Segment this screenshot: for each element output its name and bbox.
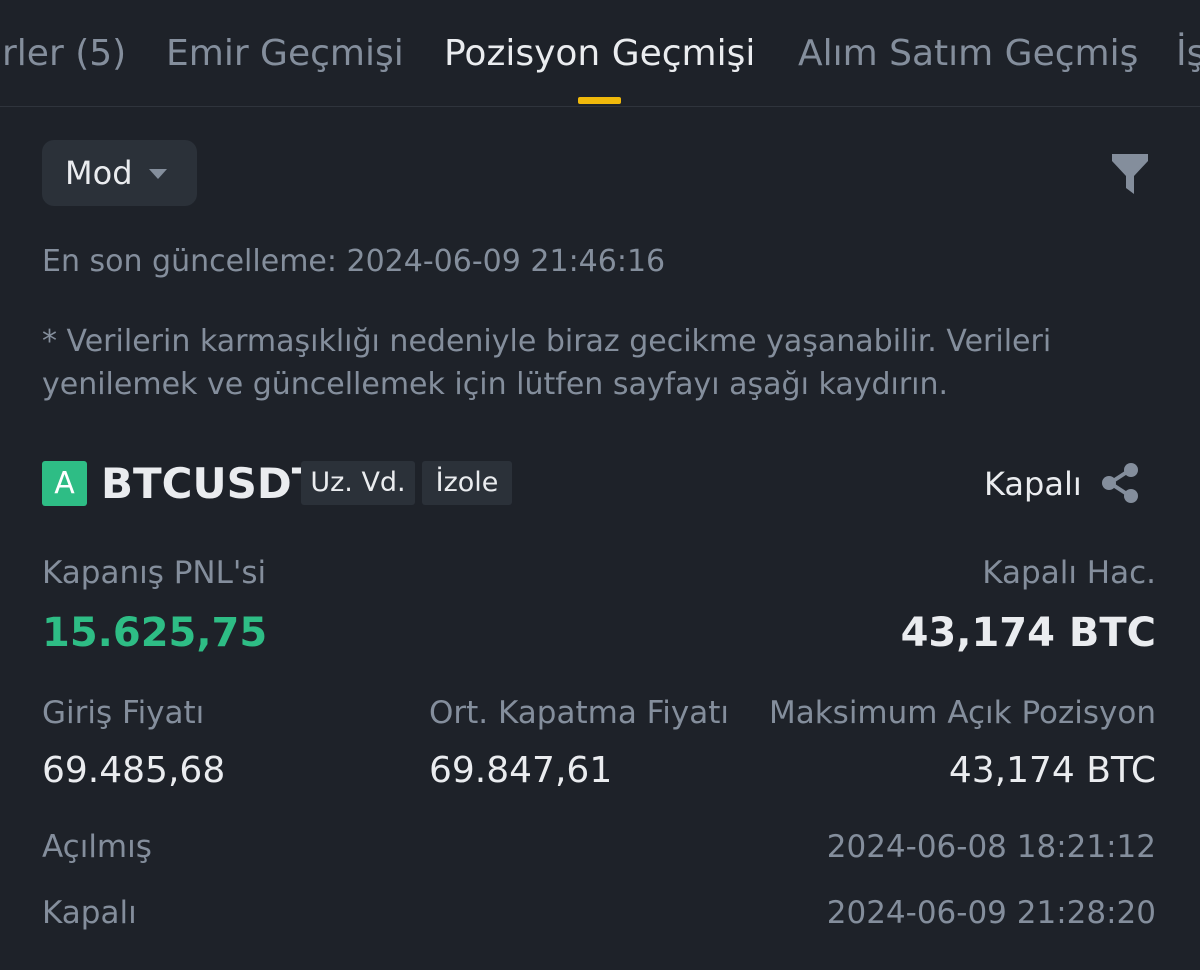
closed-volume-value: 43,174 BTC <box>900 610 1156 656</box>
mode-dropdown[interactable]: Mod <box>42 140 197 206</box>
avg-close-price-label: Ort. Kapatma Fiyatı <box>429 695 729 731</box>
symbol-name: BTCUSDT <box>101 459 321 508</box>
symbol-badge: A <box>42 461 87 506</box>
closed-label: Kapalı <box>42 895 137 931</box>
tab-order-history[interactable]: Emir Geçmişi <box>166 30 404 78</box>
tab-trade-history[interactable]: Alım Satım Geçmiş <box>798 30 1138 78</box>
entry-price-label: Giriş Fiyatı <box>42 695 205 731</box>
closed-time: 2024-06-09 21:28:20 <box>826 895 1156 931</box>
entry-price-value: 69.485,68 <box>42 750 226 791</box>
last-updated-text: En son güncelleme: 2024-06-09 21:46:16 <box>42 244 666 279</box>
closed-volume-label: Kapalı Hac. <box>982 555 1156 591</box>
position-status: Kapalı <box>984 465 1082 503</box>
filter-icon[interactable] <box>1110 152 1150 196</box>
tab-transaction-history[interactable]: İş <box>1176 30 1200 78</box>
position-history-screen: irler (5) Emir Geçmişi Pozisyon Geçmişi … <box>0 0 1200 970</box>
closing-pnl-label: Kapanış PNL'si <box>42 555 267 591</box>
margin-mode-tag: İzole <box>422 461 512 505</box>
tab-open-orders[interactable]: irler (5) <box>0 30 126 78</box>
max-open-position-label: Maksimum Açık Pozisyon <box>768 695 1156 731</box>
opened-time: 2024-06-08 18:21:12 <box>826 829 1156 865</box>
closing-pnl-value: 15.625,75 <box>42 610 268 656</box>
opened-label: Açılmış <box>42 829 152 865</box>
delay-notice: * Verilerin karmaşıklığı nedeniyle biraz… <box>42 324 1052 402</box>
active-tab-indicator <box>578 97 621 104</box>
chevron-down-icon <box>148 169 167 179</box>
avg-close-price-value: 69.847,61 <box>429 750 613 791</box>
tab-bar: irler (5) Emir Geçmişi Pozisyon Geçmişi … <box>0 0 1200 107</box>
tab-position-history[interactable]: Pozisyon Geçmişi <box>444 30 755 78</box>
max-open-position-value: 43,174 BTC <box>948 750 1156 791</box>
share-icon[interactable] <box>1100 462 1142 504</box>
contract-type-tag: Uz. Vd. <box>301 461 415 505</box>
mode-dropdown-label: Mod <box>65 154 133 192</box>
